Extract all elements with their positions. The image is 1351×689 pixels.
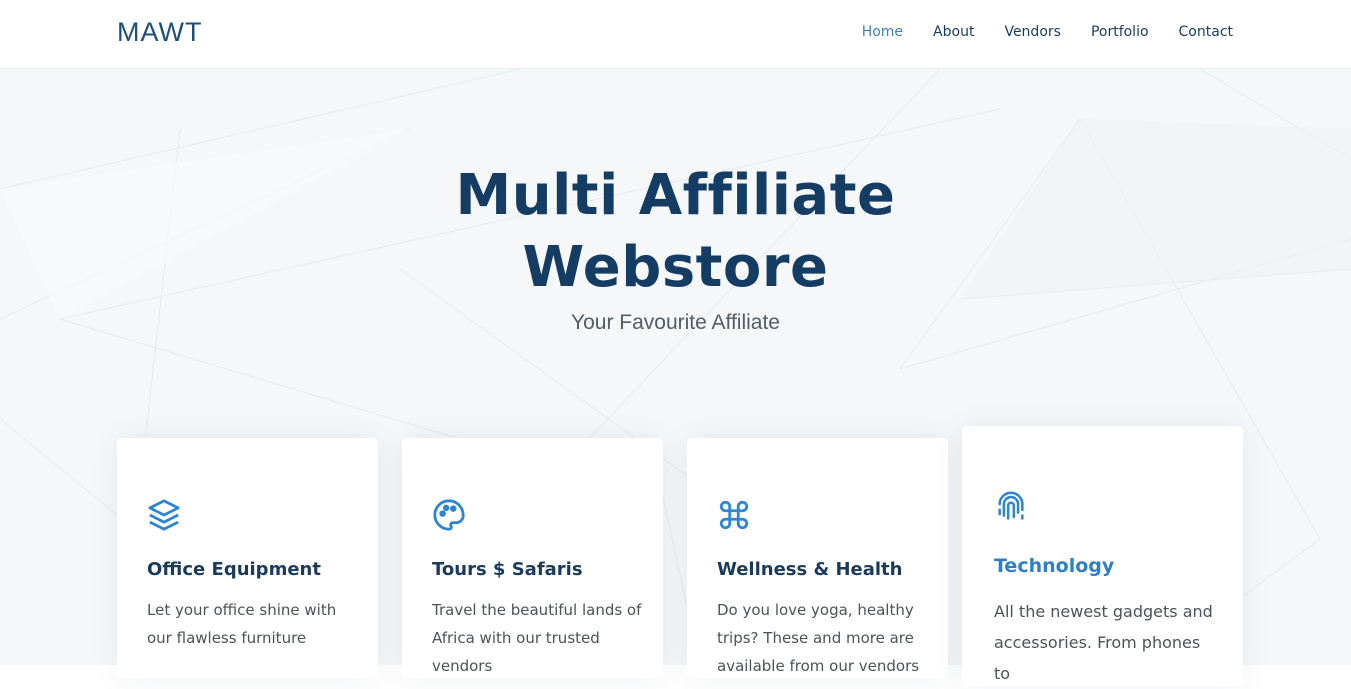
layers-icon [147, 498, 181, 532]
hero-subtitle: Your Favourite Affiliate [571, 311, 780, 334]
nav-about[interactable]: About [933, 24, 974, 40]
site-logo[interactable]: MAWT [117, 17, 202, 48]
category-card-technology[interactable]: Technology All the newest gadgets and ac… [962, 426, 1243, 686]
card-text: Let your office shine with our flawless … [147, 601, 337, 647]
hero-title-line2: Webstore [522, 235, 829, 300]
palette-icon [432, 498, 466, 532]
hero-title-line1: Multi Affiliate [455, 163, 896, 228]
nav-home[interactable]: Home [862, 24, 903, 40]
card-title: Office Equipment [147, 559, 321, 580]
category-card-tours[interactable]: Tours $ Safaris Travel the beautiful lan… [402, 438, 663, 678]
hero-title: Multi Affiliate Webstore [0, 160, 1351, 304]
fingerprint-icon [994, 490, 1028, 524]
card-title: Tours $ Safaris [432, 559, 583, 580]
card-text: Do you love yoga, healthy trips? These a… [717, 601, 920, 675]
card-text: All the newest gadgets and accessories. … [994, 602, 1213, 683]
main-nav: Home About Vendors Portfolio Contact [862, 24, 1233, 40]
card-title: Technology [994, 555, 1115, 577]
card-text: Travel the beautiful lands of Africa wit… [432, 601, 642, 675]
category-card-office[interactable]: Office Equipment Let your office shine w… [117, 438, 378, 678]
nav-contact[interactable]: Contact [1179, 24, 1233, 40]
nav-portfolio[interactable]: Portfolio [1091, 24, 1149, 40]
category-card-wellness[interactable]: Wellness & Health Do you love yoga, heal… [687, 438, 948, 678]
card-title: Wellness & Health [717, 559, 903, 580]
site-header: MAWT Home About Vendors Portfolio Contac… [0, 0, 1351, 69]
command-icon [717, 498, 751, 532]
nav-vendors[interactable]: Vendors [1004, 24, 1060, 40]
